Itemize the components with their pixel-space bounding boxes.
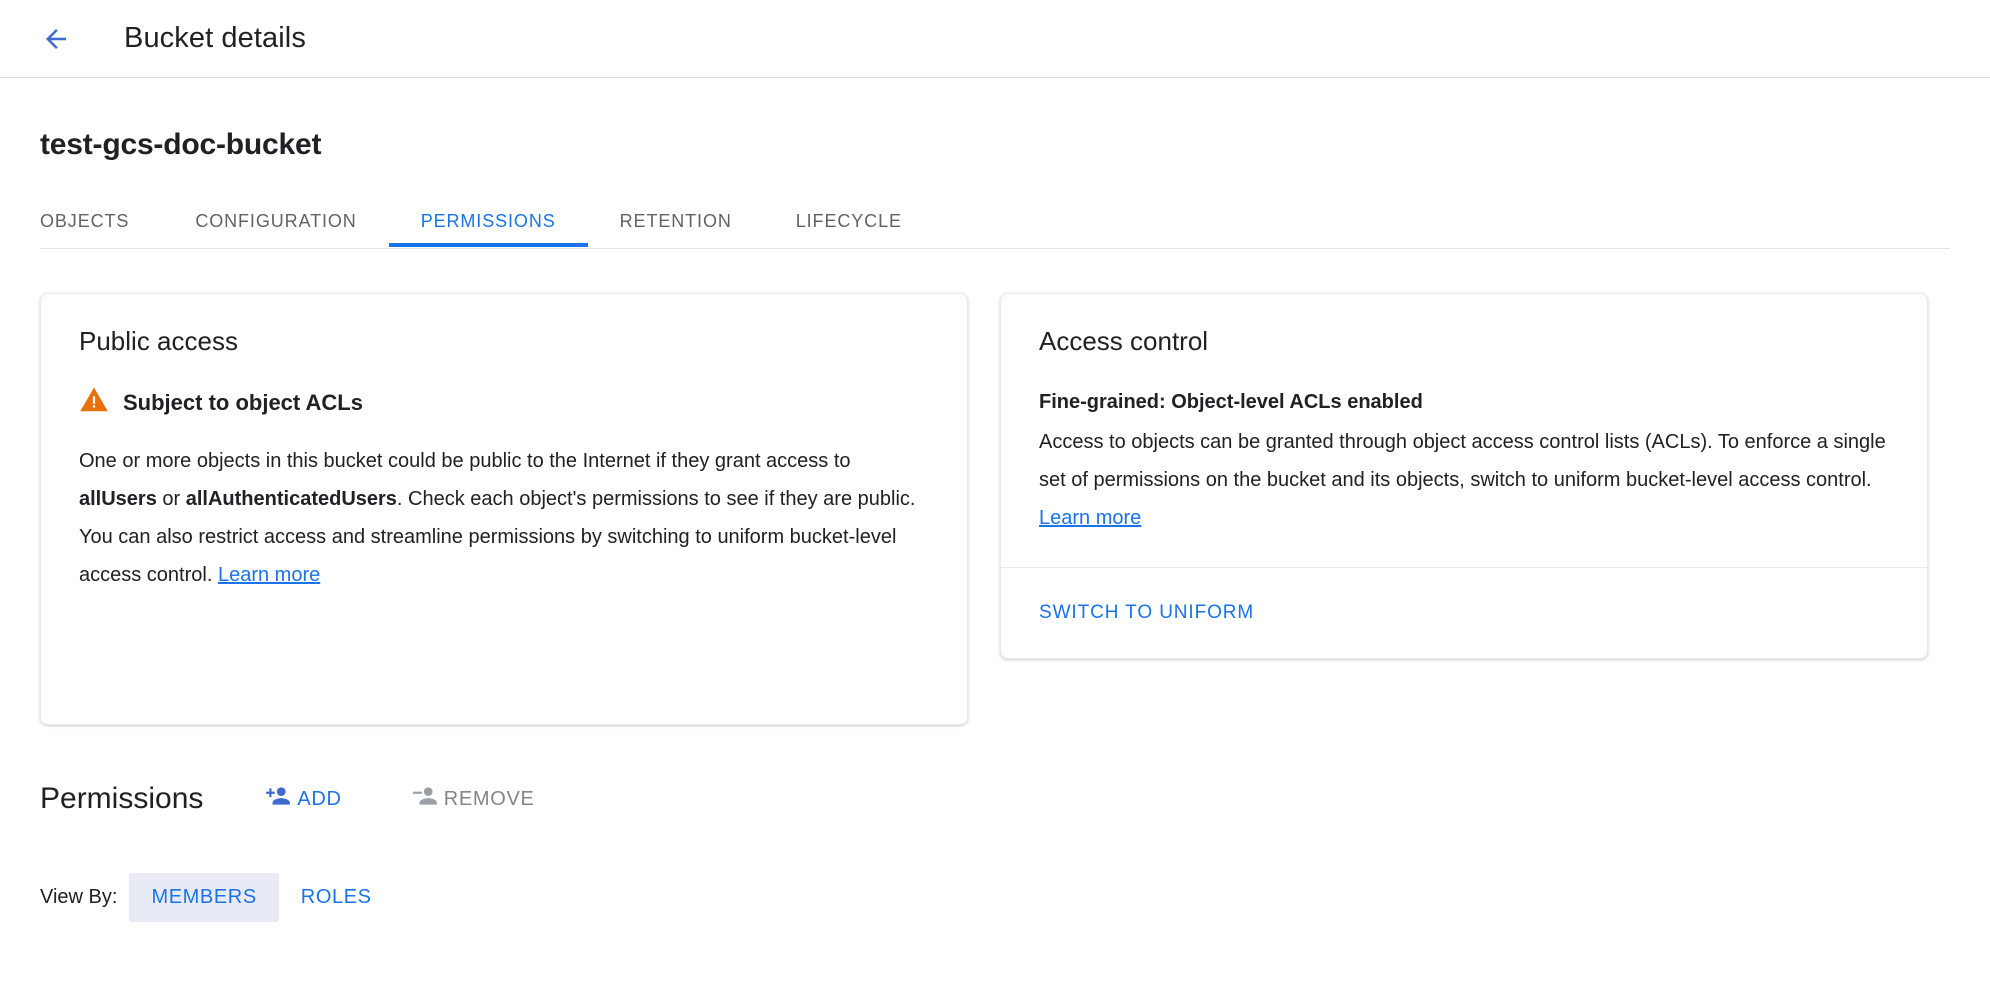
add-member-label: ADD [297,788,341,811]
access-control-description-text: Access to objects can be granted through… [1039,431,1886,491]
app-header: Bucket details [0,0,1990,78]
permissions-heading: Permissions [40,782,203,816]
public-access-status: Subject to object ACLs [79,385,929,420]
public-access-allauthenticatedusers: allAuthenticatedUsers [186,488,397,510]
tab-objects[interactable]: OBJECTS [40,195,163,247]
tab-lifecycle[interactable]: LIFECYCLE [764,195,934,247]
remove-member-label: REMOVE [444,788,535,811]
switch-to-uniform-button[interactable]: SWITCH TO UNIFORM [1039,596,1254,630]
bucket-name: test-gcs-doc-bucket [40,78,1950,162]
tab-bar: OBJECTS CONFIGURATION PERMISSIONS RETENT… [40,195,1950,249]
cards-row: Public access Subject to object ACLs One… [40,293,1950,725]
public-access-card: Public access Subject to object ACLs One… [40,293,968,725]
back-button[interactable] [30,13,82,65]
access-control-mode: Fine-grained: Object-level ACLs enabled [1039,385,1889,419]
public-access-learn-more-link[interactable]: Learn more [218,564,320,586]
view-by-label: View By: [40,886,117,909]
public-access-card-title: Public access [79,326,929,357]
access-control-card-title: Access control [1039,326,1889,357]
remove-member-button[interactable]: REMOVE [406,775,541,823]
page-title: Bucket details [124,22,306,55]
person-add-icon [265,783,291,815]
page-body: test-gcs-doc-bucket OBJECTS CONFIGURATIO… [0,78,1990,922]
person-remove-icon [412,783,438,815]
public-access-status-text: Subject to object ACLs [123,390,363,416]
tab-permissions[interactable]: PERMISSIONS [389,195,588,247]
warning-triangle-icon [79,385,109,420]
view-by-members-button[interactable]: MEMBERS [129,873,278,922]
permissions-section: Permissions ADD REMOVE [40,775,1950,823]
view-by-row: View By: MEMBERS ROLES [40,873,1950,922]
access-control-card-actions: SWITCH TO UNIFORM [1001,568,1927,658]
public-access-allusers: allUsers [79,488,157,510]
public-access-description: One or more objects in this bucket could… [79,442,929,594]
access-control-description: Access to objects can be granted through… [1039,423,1889,537]
public-access-description-part2: or [157,488,186,510]
access-control-learn-more-link[interactable]: Learn more [1039,507,1141,529]
add-member-button[interactable]: ADD [259,775,347,823]
access-control-card: Access control Fine-grained: Object-leve… [1000,293,1928,659]
tab-configuration[interactable]: CONFIGURATION [163,195,388,247]
view-by-roles-button[interactable]: ROLES [279,873,394,922]
arrow-left-icon [41,24,71,54]
tab-retention[interactable]: RETENTION [588,195,764,247]
public-access-description-part1: One or more objects in this bucket could… [79,450,851,472]
